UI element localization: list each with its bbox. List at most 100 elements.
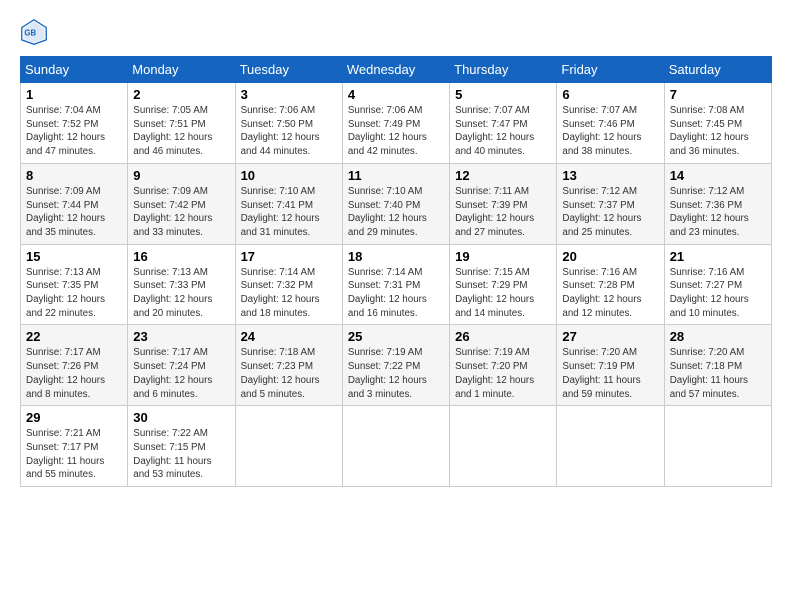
sunset-text: Sunset: 7:52 PM bbox=[26, 119, 98, 130]
daylight-text: Daylight: 12 hours and 22 minutes. bbox=[26, 294, 105, 319]
daylight-text: Daylight: 12 hours and 5 minutes. bbox=[241, 375, 320, 400]
sunrise-text: Sunrise: 7:20 AM bbox=[562, 347, 637, 358]
day-number: 9 bbox=[133, 168, 229, 183]
sunset-text: Sunset: 7:20 PM bbox=[455, 361, 527, 372]
sunset-text: Sunset: 7:47 PM bbox=[455, 119, 527, 130]
sunset-text: Sunset: 7:28 PM bbox=[562, 280, 634, 291]
day-number: 21 bbox=[670, 249, 766, 264]
col-friday: Friday bbox=[557, 57, 664, 83]
cell-info: Sunrise: 7:19 AM Sunset: 7:22 PM Dayligh… bbox=[348, 346, 444, 401]
sunset-text: Sunset: 7:39 PM bbox=[455, 200, 527, 211]
daylight-text: Daylight: 12 hours and 33 minutes. bbox=[133, 213, 212, 238]
week-row-3: 15 Sunrise: 7:13 AM Sunset: 7:35 PM Dayl… bbox=[21, 244, 772, 325]
day-number: 13 bbox=[562, 168, 658, 183]
cell-info: Sunrise: 7:22 AM Sunset: 7:15 PM Dayligh… bbox=[133, 427, 229, 482]
sunset-text: Sunset: 7:15 PM bbox=[133, 442, 205, 453]
calendar-cell: 6 Sunrise: 7:07 AM Sunset: 7:46 PM Dayli… bbox=[557, 83, 664, 164]
day-number: 16 bbox=[133, 249, 229, 264]
week-row-1: 1 Sunrise: 7:04 AM Sunset: 7:52 PM Dayli… bbox=[21, 83, 772, 164]
cell-info: Sunrise: 7:13 AM Sunset: 7:35 PM Dayligh… bbox=[26, 266, 122, 321]
cell-info: Sunrise: 7:07 AM Sunset: 7:46 PM Dayligh… bbox=[562, 104, 658, 159]
day-number: 24 bbox=[241, 329, 337, 344]
sunrise-text: Sunrise: 7:22 AM bbox=[133, 428, 208, 439]
sunset-text: Sunset: 7:37 PM bbox=[562, 200, 634, 211]
calendar-cell: 11 Sunrise: 7:10 AM Sunset: 7:40 PM Dayl… bbox=[342, 163, 449, 244]
cell-info: Sunrise: 7:12 AM Sunset: 7:37 PM Dayligh… bbox=[562, 185, 658, 240]
day-number: 23 bbox=[133, 329, 229, 344]
calendar-cell: 7 Sunrise: 7:08 AM Sunset: 7:45 PM Dayli… bbox=[664, 83, 771, 164]
sunset-text: Sunset: 7:19 PM bbox=[562, 361, 634, 372]
sunset-text: Sunset: 7:50 PM bbox=[241, 119, 313, 130]
daylight-text: Daylight: 12 hours and 46 minutes. bbox=[133, 132, 212, 157]
cell-info: Sunrise: 7:09 AM Sunset: 7:42 PM Dayligh… bbox=[133, 185, 229, 240]
sunrise-text: Sunrise: 7:15 AM bbox=[455, 267, 530, 278]
cell-info: Sunrise: 7:10 AM Sunset: 7:41 PM Dayligh… bbox=[241, 185, 337, 240]
daylight-text: Daylight: 12 hours and 12 minutes. bbox=[562, 294, 641, 319]
sunset-text: Sunset: 7:41 PM bbox=[241, 200, 313, 211]
sunset-text: Sunset: 7:42 PM bbox=[133, 200, 205, 211]
week-row-5: 29 Sunrise: 7:21 AM Sunset: 7:17 PM Dayl… bbox=[21, 406, 772, 487]
daylight-text: Daylight: 12 hours and 35 minutes. bbox=[26, 213, 105, 238]
calendar-cell: 26 Sunrise: 7:19 AM Sunset: 7:20 PM Dayl… bbox=[450, 325, 557, 406]
header: GB bbox=[20, 18, 772, 46]
daylight-text: Daylight: 12 hours and 18 minutes. bbox=[241, 294, 320, 319]
cell-info: Sunrise: 7:16 AM Sunset: 7:27 PM Dayligh… bbox=[670, 266, 766, 321]
calendar-cell: 23 Sunrise: 7:17 AM Sunset: 7:24 PM Dayl… bbox=[128, 325, 235, 406]
calendar-cell: 19 Sunrise: 7:15 AM Sunset: 7:29 PM Dayl… bbox=[450, 244, 557, 325]
sunrise-text: Sunrise: 7:19 AM bbox=[348, 347, 423, 358]
daylight-text: Daylight: 12 hours and 3 minutes. bbox=[348, 375, 427, 400]
sunrise-text: Sunrise: 7:04 AM bbox=[26, 105, 101, 116]
calendar-cell: 4 Sunrise: 7:06 AM Sunset: 7:49 PM Dayli… bbox=[342, 83, 449, 164]
sunset-text: Sunset: 7:49 PM bbox=[348, 119, 420, 130]
calendar-cell: 10 Sunrise: 7:10 AM Sunset: 7:41 PM Dayl… bbox=[235, 163, 342, 244]
daylight-text: Daylight: 11 hours and 59 minutes. bbox=[562, 375, 640, 400]
day-number: 8 bbox=[26, 168, 122, 183]
day-number: 12 bbox=[455, 168, 551, 183]
daylight-text: Daylight: 12 hours and 44 minutes. bbox=[241, 132, 320, 157]
calendar-cell: 12 Sunrise: 7:11 AM Sunset: 7:39 PM Dayl… bbox=[450, 163, 557, 244]
sunrise-text: Sunrise: 7:18 AM bbox=[241, 347, 316, 358]
col-sunday: Sunday bbox=[21, 57, 128, 83]
calendar-cell: 16 Sunrise: 7:13 AM Sunset: 7:33 PM Dayl… bbox=[128, 244, 235, 325]
calendar-cell: 22 Sunrise: 7:17 AM Sunset: 7:26 PM Dayl… bbox=[21, 325, 128, 406]
day-number: 2 bbox=[133, 87, 229, 102]
calendar-cell: 24 Sunrise: 7:18 AM Sunset: 7:23 PM Dayl… bbox=[235, 325, 342, 406]
day-number: 19 bbox=[455, 249, 551, 264]
cell-info: Sunrise: 7:20 AM Sunset: 7:19 PM Dayligh… bbox=[562, 346, 658, 401]
cell-info: Sunrise: 7:14 AM Sunset: 7:31 PM Dayligh… bbox=[348, 266, 444, 321]
calendar-cell: 20 Sunrise: 7:16 AM Sunset: 7:28 PM Dayl… bbox=[557, 244, 664, 325]
sunset-text: Sunset: 7:46 PM bbox=[562, 119, 634, 130]
svg-text:GB: GB bbox=[24, 29, 36, 38]
day-number: 14 bbox=[670, 168, 766, 183]
col-saturday: Saturday bbox=[664, 57, 771, 83]
sunrise-text: Sunrise: 7:09 AM bbox=[26, 186, 101, 197]
daylight-text: Daylight: 11 hours and 55 minutes. bbox=[26, 456, 104, 481]
sunrise-text: Sunrise: 7:19 AM bbox=[455, 347, 530, 358]
logo: GB bbox=[20, 18, 52, 46]
cell-info: Sunrise: 7:13 AM Sunset: 7:33 PM Dayligh… bbox=[133, 266, 229, 321]
cell-info: Sunrise: 7:06 AM Sunset: 7:50 PM Dayligh… bbox=[241, 104, 337, 159]
calendar-cell: 28 Sunrise: 7:20 AM Sunset: 7:18 PM Dayl… bbox=[664, 325, 771, 406]
cell-info: Sunrise: 7:09 AM Sunset: 7:44 PM Dayligh… bbox=[26, 185, 122, 240]
calendar-table: Sunday Monday Tuesday Wednesday Thursday… bbox=[20, 56, 772, 487]
sunrise-text: Sunrise: 7:11 AM bbox=[455, 186, 529, 197]
sunrise-text: Sunrise: 7:16 AM bbox=[562, 267, 637, 278]
sunrise-text: Sunrise: 7:10 AM bbox=[348, 186, 423, 197]
daylight-text: Daylight: 12 hours and 38 minutes. bbox=[562, 132, 641, 157]
cell-info: Sunrise: 7:20 AM Sunset: 7:18 PM Dayligh… bbox=[670, 346, 766, 401]
day-number: 27 bbox=[562, 329, 658, 344]
sunset-text: Sunset: 7:22 PM bbox=[348, 361, 420, 372]
cell-info: Sunrise: 7:05 AM Sunset: 7:51 PM Dayligh… bbox=[133, 104, 229, 159]
daylight-text: Daylight: 12 hours and 16 minutes. bbox=[348, 294, 427, 319]
calendar-cell bbox=[450, 406, 557, 487]
cell-info: Sunrise: 7:07 AM Sunset: 7:47 PM Dayligh… bbox=[455, 104, 551, 159]
cell-info: Sunrise: 7:15 AM Sunset: 7:29 PM Dayligh… bbox=[455, 266, 551, 321]
daylight-text: Daylight: 12 hours and 47 minutes. bbox=[26, 132, 105, 157]
sunset-text: Sunset: 7:24 PM bbox=[133, 361, 205, 372]
sunrise-text: Sunrise: 7:13 AM bbox=[26, 267, 101, 278]
cell-info: Sunrise: 7:17 AM Sunset: 7:26 PM Dayligh… bbox=[26, 346, 122, 401]
calendar-cell: 3 Sunrise: 7:06 AM Sunset: 7:50 PM Dayli… bbox=[235, 83, 342, 164]
sunset-text: Sunset: 7:33 PM bbox=[133, 280, 205, 291]
day-number: 20 bbox=[562, 249, 658, 264]
day-number: 6 bbox=[562, 87, 658, 102]
